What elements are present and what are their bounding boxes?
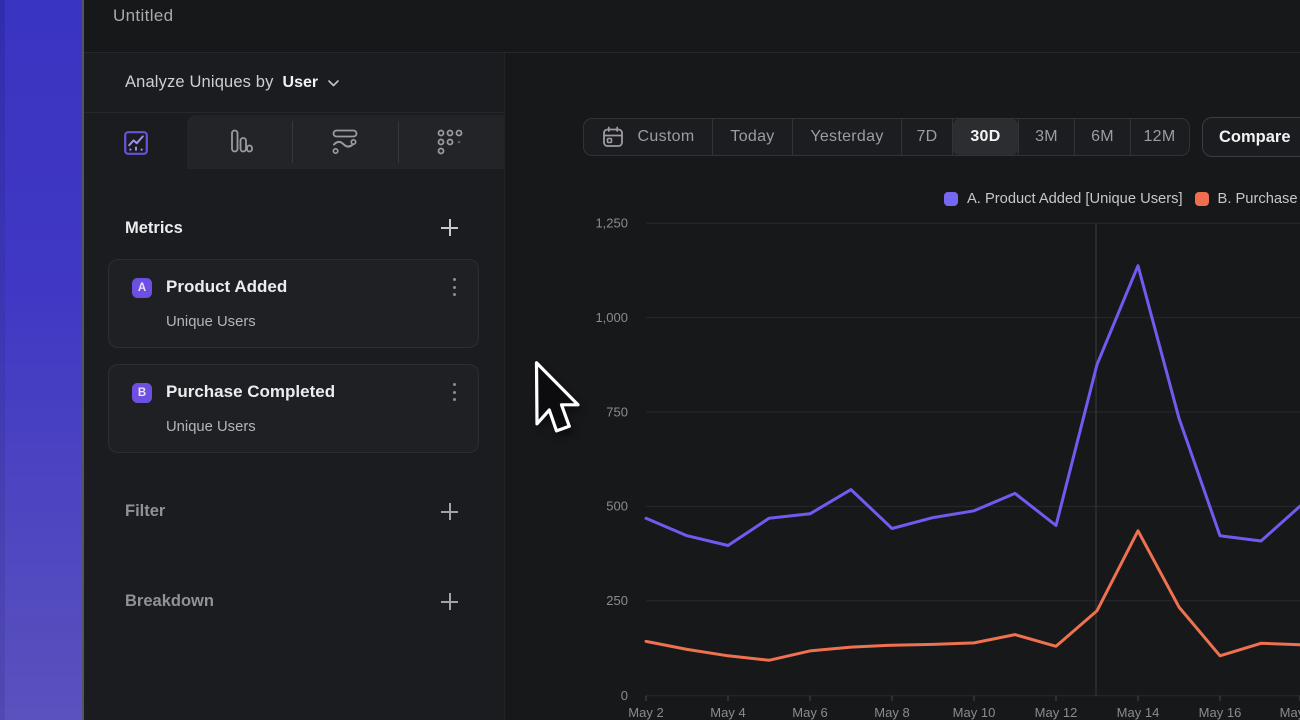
svg-text:May 2: May 2	[628, 705, 663, 720]
svg-text:1,000: 1,000	[595, 310, 628, 325]
svg-text:0: 0	[621, 688, 628, 703]
svg-text:500: 500	[606, 499, 628, 514]
svg-text:May 6: May 6	[792, 705, 827, 720]
svg-text:May 14: May 14	[1117, 705, 1160, 720]
svg-text:May 16: May 16	[1199, 705, 1242, 720]
svg-text:May 4: May 4	[710, 705, 745, 720]
svg-text:250: 250	[606, 593, 628, 608]
svg-text:750: 750	[606, 404, 628, 419]
svg-text:May 12: May 12	[1035, 705, 1078, 720]
svg-text:May 18: May 18	[1280, 705, 1300, 720]
svg-text:May 8: May 8	[874, 705, 909, 720]
svg-text:May 10: May 10	[953, 705, 996, 720]
svg-text:1,250: 1,250	[595, 216, 628, 231]
